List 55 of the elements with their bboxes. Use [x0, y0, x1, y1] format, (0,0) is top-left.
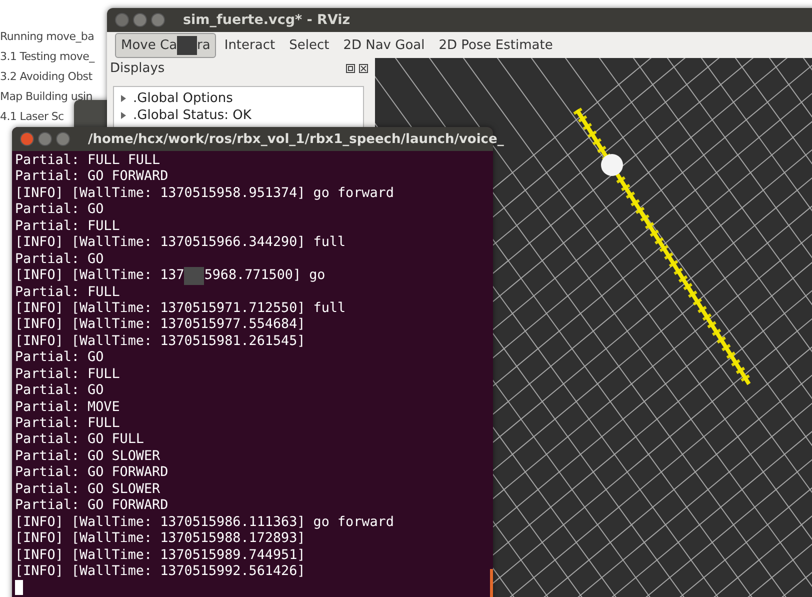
toc-link[interactable]: Map Building usin	[0, 88, 92, 105]
terminal-line: Partial: GO	[15, 383, 104, 400]
minimize-button[interactable]	[133, 13, 147, 27]
terminal-line: [INFO] [WallTime: 137	[15, 268, 184, 285]
terminal-line: [INFO] [WallTime: 1370515971.712550] full	[15, 300, 346, 318]
terminal-line: [INFO] [WallTime: 1370515958.951374] go forward	[15, 186, 394, 202]
cursor	[15, 580, 23, 596]
maximize-button[interactable]	[151, 13, 165, 27]
terminal-line: [INFO] [WallTime: 1370515988.172893]	[15, 531, 306, 548]
terminal-line: Partial: GO SLOWER	[15, 482, 160, 498]
terminal-line: 5968.771500] go	[204, 268, 326, 285]
terminal-line: Partial: FULL FULL	[15, 153, 160, 170]
terminal-line: Partial: GO	[15, 350, 104, 367]
terminal-line: Partial: FULL	[15, 218, 120, 236]
terminal-line: [INFO] [WallTime: 1370515986.111363] go forward	[15, 514, 394, 532]
window-title: sim_fuerte.vcg* - RViz	[183, 12, 350, 28]
terminal-line: [INFO] [WallTime: 1370515992.561426]	[15, 564, 306, 580]
close-icon[interactable]	[359, 64, 368, 73]
expand-icon[interactable]	[120, 112, 127, 119]
tool-button[interactable]: 2D Nav Goal	[337, 34, 431, 56]
terminal-line: [INFO] [WallTime: 1370515977.554684]	[15, 317, 306, 334]
tree-item[interactable]: .Global Options	[120, 90, 357, 107]
scrollbar[interactable]	[490, 569, 493, 597]
maximize-button[interactable]	[56, 132, 70, 146]
terminal-line: Partial: GO FORWARD	[15, 169, 168, 186]
close-button[interactable]	[115, 13, 129, 27]
terminal-line: Partial: GO	[15, 252, 104, 268]
terminal-line: [INFO] [WallTime: 1370515989.744951]	[15, 548, 306, 564]
terminal-line: [INFO] [WallTime: 1370515966.344290] full	[15, 235, 346, 252]
undock-icon[interactable]	[346, 64, 355, 73]
terminal-line: Partial: GO SLOWER	[15, 448, 160, 466]
close-button[interactable]	[20, 132, 34, 146]
terminal-line: Partial: FULL	[15, 416, 120, 432]
tool-button[interactable]: Move Ca ra	[115, 32, 216, 58]
toc-link[interactable]: 4.1 Laser Sc	[0, 108, 64, 125]
expand-icon[interactable]	[120, 95, 127, 102]
tree-item[interactable]: .Global Status: OK	[120, 107, 357, 124]
terminal-line: [INFO] [WallTime: 1370515981.261545]	[15, 334, 306, 350]
tool-button[interactable]: 2D Pose Estimate	[432, 34, 559, 56]
terminal-line: Partial: GO FORWARD	[15, 465, 168, 482]
minimize-button[interactable]	[38, 132, 52, 146]
tool-button[interactable]: Interact	[218, 34, 282, 56]
terminal-line: Partial: GO FORWARD	[15, 498, 168, 515]
terminal-line: Partial: MOVE	[15, 400, 120, 416]
panel-title: Displays	[110, 61, 165, 76]
tool-button[interactable]: Select	[283, 34, 336, 56]
toc-link[interactable]: 3.1 Testing move_	[0, 48, 94, 65]
toc-link[interactable]: Running move_ba	[0, 28, 94, 45]
toc-link[interactable]: 3.2 Avoiding Obst	[0, 68, 92, 85]
terminal-line: Partial: FULL	[15, 284, 120, 301]
terminal-line: Partial: GO FULL	[15, 432, 144, 449]
terminal-line: Partial: GO	[15, 202, 104, 219]
window-title: /home/hcx/work/ros/rbx_vol_1/rbx1_speech/launch/voice_	[88, 132, 504, 146]
redaction-block	[184, 267, 204, 286]
terminal-line: Partial: FULL	[15, 366, 120, 384]
